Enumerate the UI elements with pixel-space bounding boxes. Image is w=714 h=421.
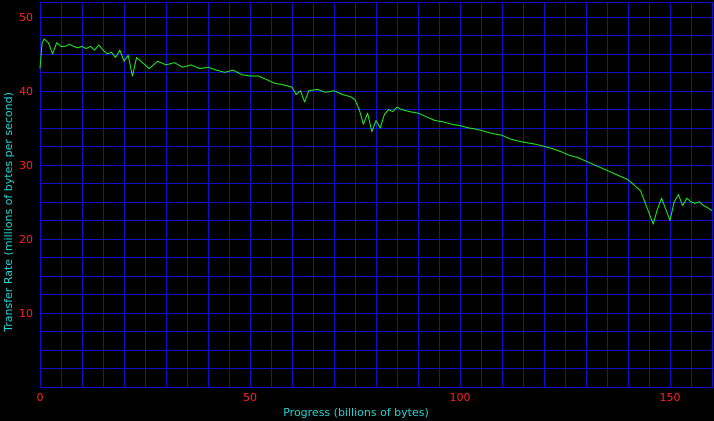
transfer-rate-chart: 10 20 30 40 50 0 50 100 150 Progress (billions …: [0, 0, 714, 421]
x-tick-label: 150: [660, 391, 681, 404]
y-tick-label: 40: [19, 85, 33, 98]
y-axis-title: Transfer Rate (millions of bytes per sec…: [2, 92, 15, 333]
chart-background: [0, 0, 714, 421]
x-axis-title: Progress (billions of bytes): [283, 406, 429, 419]
y-tick-label: 50: [19, 11, 33, 24]
y-tick-label: 20: [19, 233, 33, 246]
y-tick-label: 10: [19, 307, 33, 320]
x-tick-label: 0: [37, 391, 44, 404]
x-tick-label: 100: [450, 391, 471, 404]
y-tick-label: 30: [19, 159, 33, 172]
x-tick-label: 50: [243, 391, 257, 404]
